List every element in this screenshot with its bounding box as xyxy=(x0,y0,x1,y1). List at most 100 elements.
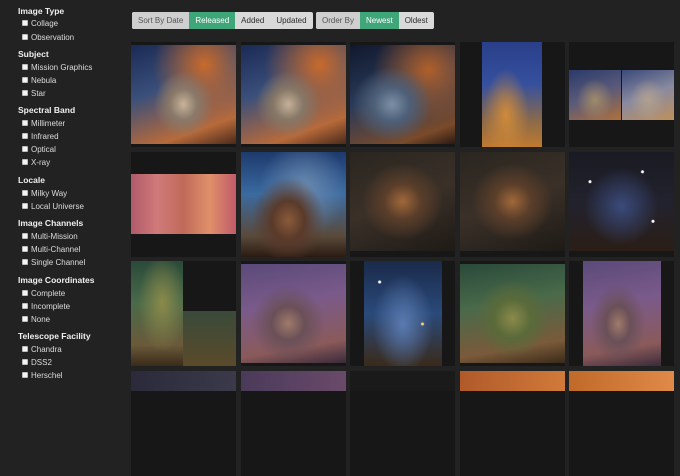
sort-added-button[interactable]: Added xyxy=(235,12,270,29)
checkbox[interactable] xyxy=(22,259,28,265)
filter-section-image-coordinates-title: Image Coordinates xyxy=(18,275,95,285)
pillars-of-creation-image xyxy=(241,152,346,257)
checkbox[interactable] xyxy=(22,77,28,83)
image-tile[interactable] xyxy=(569,152,674,257)
filter-option-label: DSS2 xyxy=(31,357,52,367)
image-tile[interactable] xyxy=(241,152,346,257)
checkbox[interactable] xyxy=(22,20,28,26)
image-tile[interactable] xyxy=(569,42,674,147)
image-tile[interactable] xyxy=(460,42,565,147)
checkbox[interactable] xyxy=(22,359,28,365)
image-tile[interactable] xyxy=(569,261,674,366)
filter-option-millimeter[interactable]: Millimeter xyxy=(22,117,65,129)
filter-option-label: Nebula xyxy=(31,75,57,85)
filter-option-label: None xyxy=(31,314,51,324)
pillars-of-creation-image xyxy=(569,152,674,251)
filter-section-image-type-title: Image Type xyxy=(18,6,65,16)
filter-option-label: Local Universe xyxy=(31,201,84,211)
order-newest-button[interactable]: Newest xyxy=(360,12,399,29)
checkbox[interactable] xyxy=(22,316,28,322)
image-tile[interactable] xyxy=(569,371,674,476)
filter-section-telescope-facility-title: Telescope Facility xyxy=(18,331,91,341)
filter-option-observation[interactable]: Observation xyxy=(22,31,74,43)
nebula-collage-image xyxy=(131,174,236,234)
image-tile[interactable] xyxy=(241,371,346,476)
filter-option-star[interactable]: Star xyxy=(22,87,46,99)
order-by-group: Order By Newest Oldest xyxy=(316,12,434,29)
filter-option-x-ray[interactable]: X-ray xyxy=(22,156,50,168)
pillars-of-creation-image xyxy=(482,42,542,147)
filter-section-locale-title: Locale xyxy=(18,175,45,185)
image-grid xyxy=(131,42,680,476)
checkbox[interactable] xyxy=(22,133,28,139)
image-tile[interactable] xyxy=(350,261,455,366)
image-tile[interactable] xyxy=(131,261,236,366)
filter-option-label: Multi-Channel xyxy=(31,244,81,254)
filter-option-mission-graphics[interactable]: Mission Graphics xyxy=(22,61,92,73)
image-tile[interactable] xyxy=(241,261,346,366)
image-tile[interactable] xyxy=(460,152,565,257)
checkbox[interactable] xyxy=(22,146,28,152)
checkbox[interactable] xyxy=(22,303,28,309)
checkbox[interactable] xyxy=(22,64,28,70)
filter-option-label: X-ray xyxy=(31,157,51,167)
filter-option-label: Mission Graphics xyxy=(31,62,93,72)
filter-option-herschel[interactable]: Herschel xyxy=(22,369,63,381)
pillars-of-creation-image xyxy=(460,152,565,251)
image-tile[interactable] xyxy=(350,152,455,257)
checkbox[interactable] xyxy=(22,346,28,352)
filter-option-dss2[interactable]: DSS2 xyxy=(22,356,52,368)
pillars-of-creation-image xyxy=(350,45,455,144)
checkbox[interactable] xyxy=(22,372,28,378)
sort-released-button[interactable]: Released xyxy=(189,12,236,29)
pillars-of-creation-image xyxy=(183,311,236,366)
pillars-of-creation-image xyxy=(569,70,621,120)
filter-option-infrared[interactable]: Infrared xyxy=(22,130,59,142)
filter-section-subject-title: Subject xyxy=(18,49,49,59)
filter-option-label: Complete xyxy=(31,288,66,298)
filter-option-none[interactable]: None xyxy=(22,313,50,325)
image-tile[interactable] xyxy=(460,261,565,366)
filter-option-label: Star xyxy=(31,88,46,98)
filter-option-label: Optical xyxy=(31,144,56,154)
filter-option-label: Multi-Mission xyxy=(31,231,78,241)
space-image xyxy=(460,371,565,391)
filter-option-collage[interactable]: Collage xyxy=(22,17,58,29)
image-tile[interactable] xyxy=(350,371,455,476)
image-tile[interactable] xyxy=(460,371,565,476)
pillars-of-creation-image xyxy=(131,261,183,366)
order-oldest-button[interactable]: Oldest xyxy=(399,12,434,29)
checkbox[interactable] xyxy=(22,120,28,126)
checkbox[interactable] xyxy=(22,90,28,96)
checkbox[interactable] xyxy=(22,233,28,239)
pillars-of-creation-image xyxy=(622,70,674,120)
checkbox[interactable] xyxy=(22,34,28,40)
pillars-of-creation-image xyxy=(364,261,442,366)
filter-option-milky-way[interactable]: Milky Way xyxy=(22,187,67,199)
filter-option-complete[interactable]: Complete xyxy=(22,287,65,299)
checkbox[interactable] xyxy=(22,190,28,196)
filter-option-multi-mission[interactable]: Multi-Mission xyxy=(22,230,78,242)
image-tile[interactable] xyxy=(131,371,236,476)
pillars-of-creation-image xyxy=(241,45,346,144)
filter-option-multi-channel[interactable]: Multi-Channel xyxy=(22,243,80,255)
sort-updated-button[interactable]: Updated xyxy=(270,12,312,29)
checkbox[interactable] xyxy=(22,246,28,252)
filter-option-label: Single Channel xyxy=(31,257,86,267)
checkbox[interactable] xyxy=(22,203,28,209)
checkbox[interactable] xyxy=(22,290,28,296)
filter-option-single-channel[interactable]: Single Channel xyxy=(22,256,85,268)
filter-option-optical[interactable]: Optical xyxy=(22,143,56,155)
pillars-of-creation-image xyxy=(583,261,661,366)
image-tile[interactable] xyxy=(131,42,236,147)
filter-option-incomplete[interactable]: Incomplete xyxy=(22,300,70,312)
image-tile[interactable] xyxy=(241,42,346,147)
image-tile[interactable] xyxy=(131,152,236,257)
checkbox[interactable] xyxy=(22,159,28,165)
image-tile[interactable] xyxy=(350,42,455,147)
filter-option-chandra[interactable]: Chandra xyxy=(22,343,62,355)
filter-option-nebula[interactable]: Nebula xyxy=(22,74,56,86)
pillars-of-creation-image xyxy=(460,264,565,363)
filter-option-local-universe[interactable]: Local Universe xyxy=(22,200,84,212)
order-by-label: Order By xyxy=(316,12,361,29)
